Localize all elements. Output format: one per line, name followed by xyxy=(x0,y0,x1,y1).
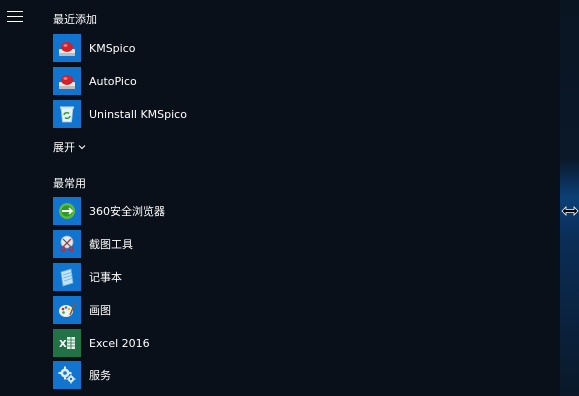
app-item-paint[interactable]: 画图 xyxy=(53,295,353,325)
app-label: KMSpico xyxy=(89,41,136,55)
app-label: 画图 xyxy=(89,304,111,317)
snipping-tool-icon xyxy=(53,230,81,258)
app-item-360-browser[interactable]: 360安全浏览器 xyxy=(53,196,353,226)
app-item-snipping-tool[interactable]: 截图工具 xyxy=(53,229,353,259)
app-label: 记事本 xyxy=(89,271,122,284)
desktop-wallpaper-strip xyxy=(560,0,579,396)
expand-label: 展开 xyxy=(53,141,75,154)
chevron-down-icon xyxy=(78,145,86,150)
app-item-services[interactable]: 服务 xyxy=(53,360,353,390)
excel-icon: X xyxy=(53,329,81,357)
kmspico-icon xyxy=(53,34,81,62)
resize-cursor-icon xyxy=(561,206,579,216)
start-menu: 最近添加 KMSpico AutoPico Uninstall KMSpico … xyxy=(0,0,560,396)
start-menu-rail xyxy=(0,0,34,396)
autopico-icon xyxy=(53,67,81,95)
expand-button[interactable]: 展开 xyxy=(53,139,86,155)
services-gear-icon xyxy=(53,361,81,389)
app-item-kmspico[interactable]: KMSpico xyxy=(53,33,353,63)
hamburger-menu-icon[interactable] xyxy=(7,11,25,25)
app-label: 服务 xyxy=(89,369,111,382)
app-item-autopico[interactable]: AutoPico xyxy=(53,66,353,96)
app-label: Excel 2016 xyxy=(89,336,150,350)
app-item-excel-2016[interactable]: X Excel 2016 xyxy=(53,328,353,358)
recycle-bin-icon xyxy=(53,100,81,128)
app-label: 360安全浏览器 xyxy=(89,205,165,218)
notepad-icon xyxy=(53,263,81,291)
paint-icon xyxy=(53,296,81,324)
recently-added-header: 最近添加 xyxy=(53,13,97,26)
most-used-header: 最常用 xyxy=(53,177,86,190)
svg-text:X: X xyxy=(59,339,67,350)
app-item-notepad[interactable]: 记事本 xyxy=(53,262,353,292)
app-label: Uninstall KMSpico xyxy=(89,107,187,121)
app-label: 截图工具 xyxy=(89,238,133,251)
app-item-uninstall-kmspico[interactable]: Uninstall KMSpico xyxy=(53,99,353,129)
360-browser-icon xyxy=(53,197,81,225)
app-label: AutoPico xyxy=(89,74,137,88)
